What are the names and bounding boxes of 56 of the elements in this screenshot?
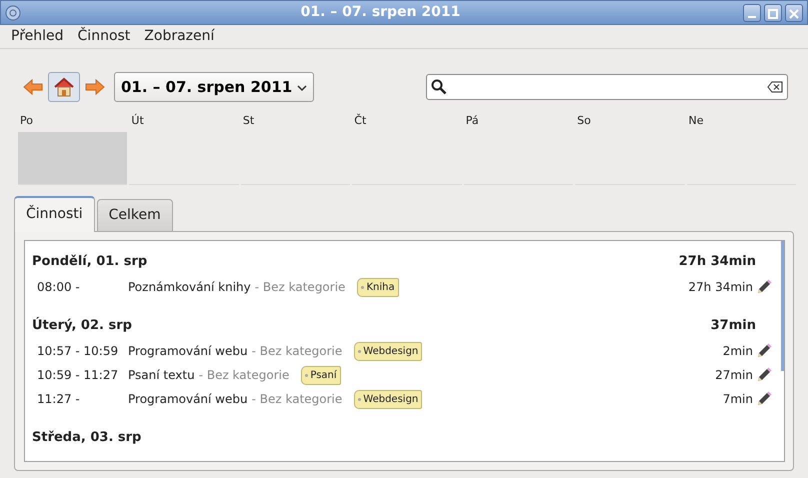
activity-duration: 27h 34min [688, 279, 753, 296]
tab[interactable]: Činnosti [14, 196, 95, 232]
menu-item[interactable]: Činnost [70, 26, 138, 47]
scrollbar-thumb[interactable] [781, 241, 784, 371]
menu-item[interactable]: Přehled [4, 26, 71, 47]
app-icon [5, 4, 21, 20]
search-field[interactable] [426, 74, 788, 100]
day-label: Út [130, 112, 145, 129]
activity-time: 10:57 - 10:59 [36, 343, 120, 360]
day-heading: Úterý, 02. srp [32, 316, 132, 336]
activity-name: Psaní textu [128, 367, 195, 384]
tag-label: Kniha [357, 278, 399, 296]
activity-name: Programování webu [128, 343, 248, 360]
day-heading: Pondělí, 01. srp [32, 253, 148, 272]
close-icon [789, 8, 799, 19]
activity-duration: 2min [722, 343, 753, 360]
chevron-down-icon [297, 84, 308, 92]
day-heading: Středa, 03. srp [32, 429, 142, 448]
day-label: So [576, 113, 592, 129]
activity-category: - Bez kategorie [254, 279, 346, 296]
window-title: 01. – 07. srpen 2011 [300, 3, 462, 22]
minimize-button[interactable] [743, 4, 761, 22]
day-label: Čt [353, 112, 368, 129]
activity-time: 11:27 - [36, 391, 81, 408]
activity-duration: 27min [715, 367, 753, 384]
edit-icon[interactable] [756, 279, 772, 295]
tag-label: Webdesign [354, 390, 422, 408]
edit-icon[interactable] [756, 343, 772, 359]
home-button[interactable] [48, 72, 80, 102]
day-total: 37min [710, 317, 756, 336]
menu-item[interactable]: Zobrazení [137, 26, 222, 47]
tab[interactable]: Celkem [96, 199, 173, 231]
maximize-icon [768, 8, 778, 19]
activity-time: 10:59 - 11:27 [36, 367, 120, 384]
day-label: St [242, 113, 256, 129]
tag-label: Webdesign [354, 342, 422, 360]
activity-name: Programování webu [128, 391, 248, 408]
activity-category: - Bez kategorie [198, 367, 290, 384]
tag-label: Psaní [301, 366, 341, 384]
clear-icon[interactable] [767, 81, 783, 93]
search-icon [431, 79, 447, 95]
edit-icon[interactable] [756, 391, 772, 407]
activity-duration: 7min [722, 391, 753, 408]
activity-category: - Bez kategorie [252, 391, 342, 408]
edit-icon[interactable] [756, 367, 772, 383]
day-label: Po [19, 113, 34, 129]
day-label: Pá [464, 113, 480, 129]
activity-name: Poznámkování knihy [128, 279, 251, 296]
day-total: 27h 34min [678, 253, 756, 272]
activity-time: 08:00 - [36, 279, 81, 296]
day-label: Ne [688, 113, 705, 129]
maximize-button[interactable] [764, 4, 782, 22]
close-button[interactable] [785, 4, 803, 22]
minimize-icon [748, 16, 756, 18]
date-range-dropdown[interactable]: 01. – 07. srpen 2011 [114, 72, 314, 102]
activity-category: - Bez kategorie [252, 343, 342, 360]
